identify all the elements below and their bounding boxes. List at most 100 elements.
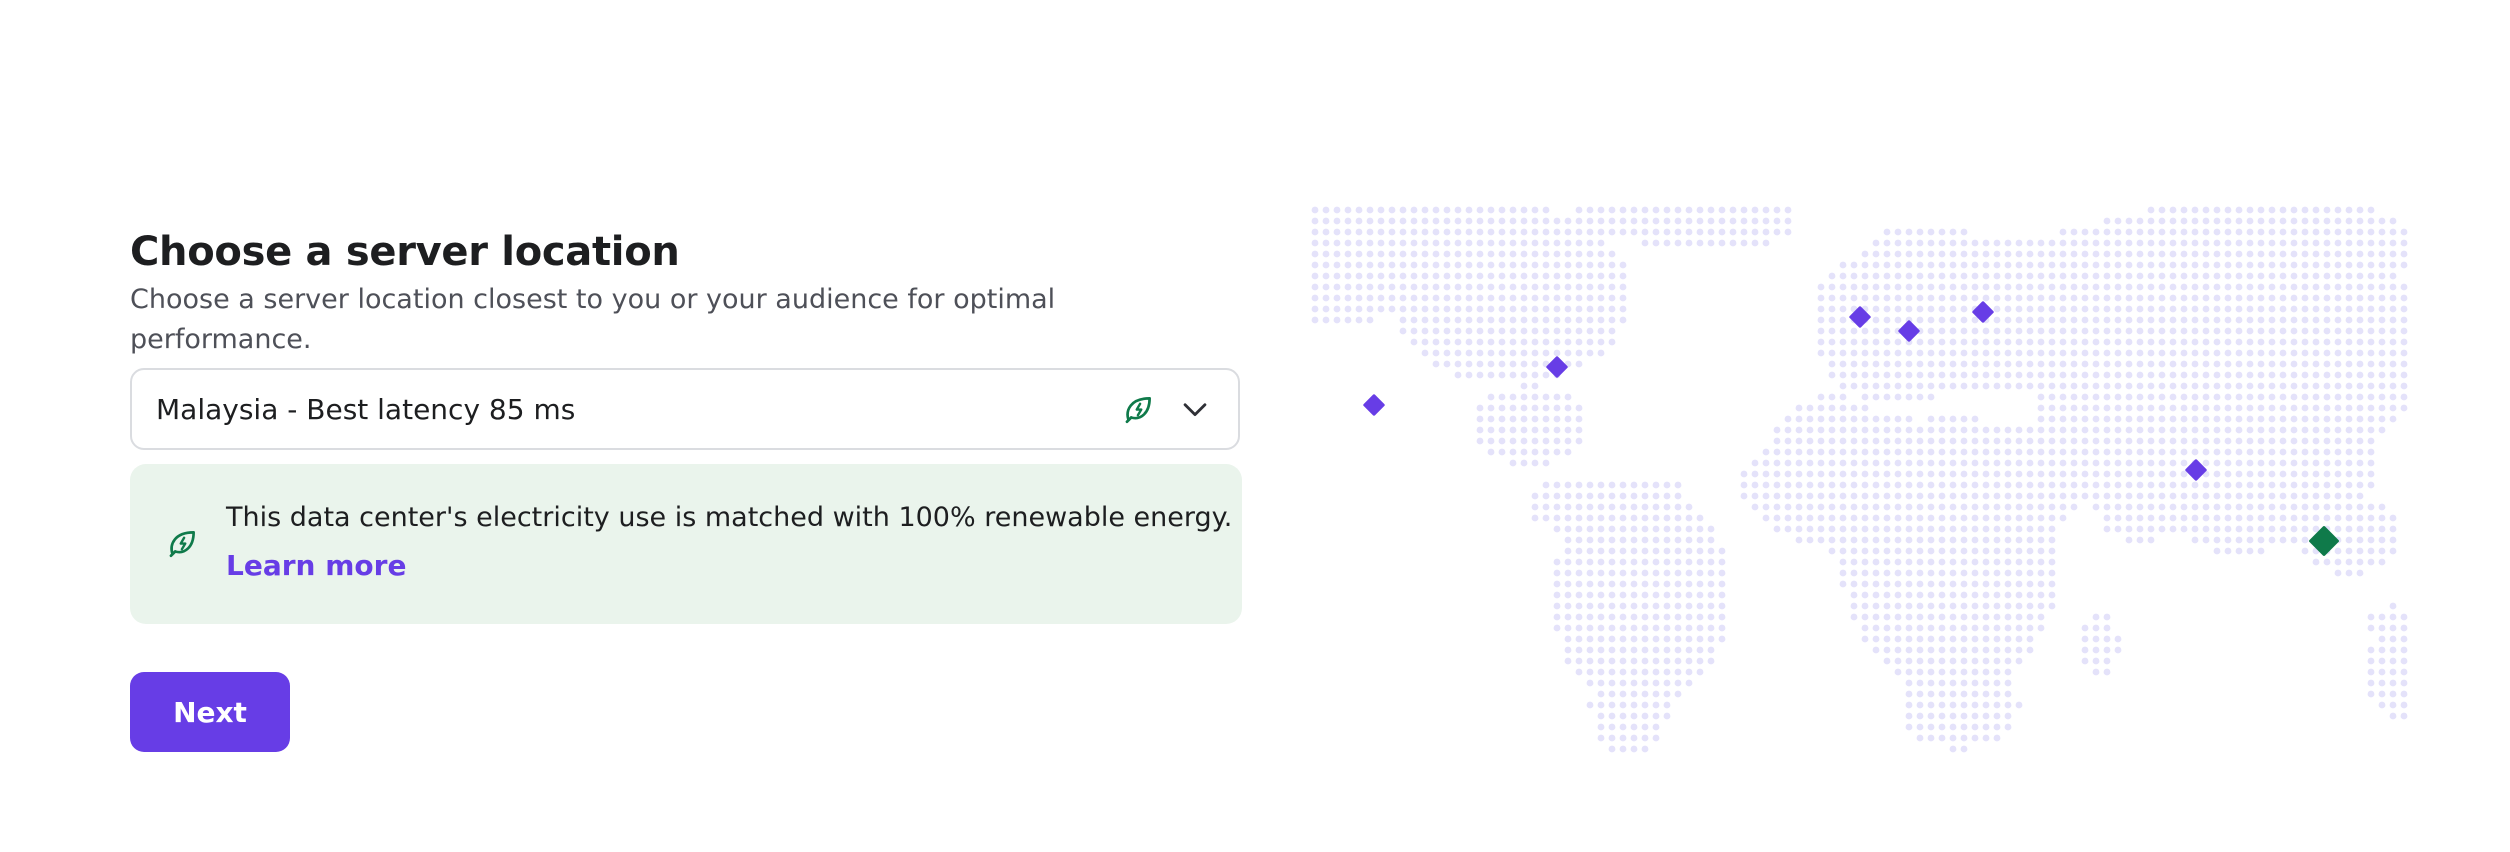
map-land-dot [1993, 349, 2001, 357]
map-land-dot [1905, 228, 1913, 236]
map-land-dot [2048, 580, 2056, 588]
map-land-dot [2224, 239, 2232, 247]
map-land-dot [1850, 338, 1858, 346]
map-land-dot [2202, 514, 2210, 522]
map-land-dot [2191, 239, 2199, 247]
map-land-dot [1608, 701, 1616, 709]
map-land-dot [1542, 448, 1550, 456]
server-marker[interactable]: Netherlands [1898, 320, 1921, 343]
map-land-dot [2026, 338, 2034, 346]
map-land-dot [2147, 371, 2155, 379]
map-land-dot [1520, 338, 1528, 346]
map-land-dot [1542, 503, 1550, 511]
map-land-dot [2048, 426, 2056, 434]
map-land-dot [1608, 679, 1616, 687]
map-land-dot [2400, 327, 2408, 335]
map-land-dot [2213, 305, 2221, 313]
map-land-dot [2257, 371, 2265, 379]
map-land-dot [1399, 327, 1407, 335]
map-land-dot [1861, 492, 1869, 500]
map-land-dot [1487, 338, 1495, 346]
map-land-dot [1443, 250, 1451, 258]
map-land-dot [2092, 646, 2100, 654]
map-land-dot [1850, 536, 1858, 544]
map-land-dot [2037, 426, 2045, 434]
map-land-dot [2378, 316, 2386, 324]
map-land-dot [2367, 503, 2375, 511]
map-land-dot [1597, 327, 1605, 335]
map-land-dot [1564, 591, 1572, 599]
map-land-dot [1487, 415, 1495, 423]
map-land-dot [1553, 327, 1561, 335]
map-land-dot [1795, 492, 1803, 500]
map-land-dot [2180, 228, 2188, 236]
map-land-dot [2158, 338, 2166, 346]
map-land-dot [2224, 470, 2232, 478]
map-land-dot [1553, 481, 1561, 489]
map-land-dot [2356, 371, 2364, 379]
map-land-dot [2246, 360, 2254, 368]
map-land-dot [2081, 382, 2089, 390]
chevron-down-icon[interactable] [1178, 392, 1212, 426]
map-land-dot [2092, 470, 2100, 478]
map-land-dot [1421, 217, 1429, 225]
map-land-dot [1883, 261, 1891, 269]
map-land-dot [2180, 514, 2188, 522]
map-land-dot [2070, 338, 2078, 346]
map-land-dot [2037, 569, 2045, 577]
server-location-select[interactable]: Malaysia - Best latency 85 ms [130, 368, 1240, 450]
map-land-dot [1949, 668, 1957, 676]
map-land-dot [1971, 327, 1979, 335]
map-land-dot [2092, 305, 2100, 313]
map-land-dot [1773, 437, 1781, 445]
map-land-dot [2158, 393, 2166, 401]
map-land-dot [2169, 393, 2177, 401]
map-land-dot [1553, 217, 1561, 225]
next-button[interactable]: Next [130, 672, 290, 752]
map-land-dot [1828, 426, 1836, 434]
map-land-dot [1509, 206, 1517, 214]
learn-more-link[interactable]: Learn more [226, 546, 406, 586]
map-land-dot [2026, 580, 2034, 588]
map-land-dot [2059, 338, 2067, 346]
map-land-dot [2026, 437, 2034, 445]
map-land-dot [2048, 371, 2056, 379]
map-land-dot [2378, 624, 2386, 632]
map-land-dot [1685, 547, 1693, 555]
map-land-dot [2048, 470, 2056, 478]
map-land-dot [1674, 481, 1682, 489]
map-land-dot [2257, 382, 2265, 390]
map-land-dot [2103, 250, 2111, 258]
map-land-dot [2015, 470, 2023, 478]
map-land-dot [2180, 448, 2188, 456]
map-land-dot [2081, 272, 2089, 280]
map-land-dot [1949, 426, 1957, 434]
map-land-dot [1806, 503, 1814, 511]
map-land-dot [2048, 437, 2056, 445]
server-marker[interactable]: USA (West) [1363, 394, 1386, 417]
map-land-dot [1674, 646, 1682, 654]
map-land-dot [1751, 228, 1759, 236]
map-land-dot [1619, 272, 1627, 280]
map-land-dot [2026, 470, 2034, 478]
map-land-dot [2345, 415, 2353, 423]
map-land-dot [1960, 569, 1968, 577]
map-land-dot [2246, 536, 2254, 544]
map-land-dot [1696, 239, 1704, 247]
map-land-dot [1828, 272, 1836, 280]
map-land-dot [2290, 470, 2298, 478]
map-land-dot [1718, 613, 1726, 621]
map-land-dot [1641, 536, 1649, 544]
map-land-dot [1883, 437, 1891, 445]
map-land-dot [2180, 261, 2188, 269]
map-land-dot [1982, 349, 1990, 357]
map-land-dot [1597, 261, 1605, 269]
map-land-dot [2037, 492, 2045, 500]
map-land-dot [2004, 536, 2012, 544]
map-land-dot [2334, 305, 2342, 313]
map-land-dot [2092, 657, 2100, 665]
map-land-dot [1498, 426, 1506, 434]
map-land-dot [2224, 228, 2232, 236]
map-land-dot [1696, 635, 1704, 643]
map-land-dot [1520, 426, 1528, 434]
